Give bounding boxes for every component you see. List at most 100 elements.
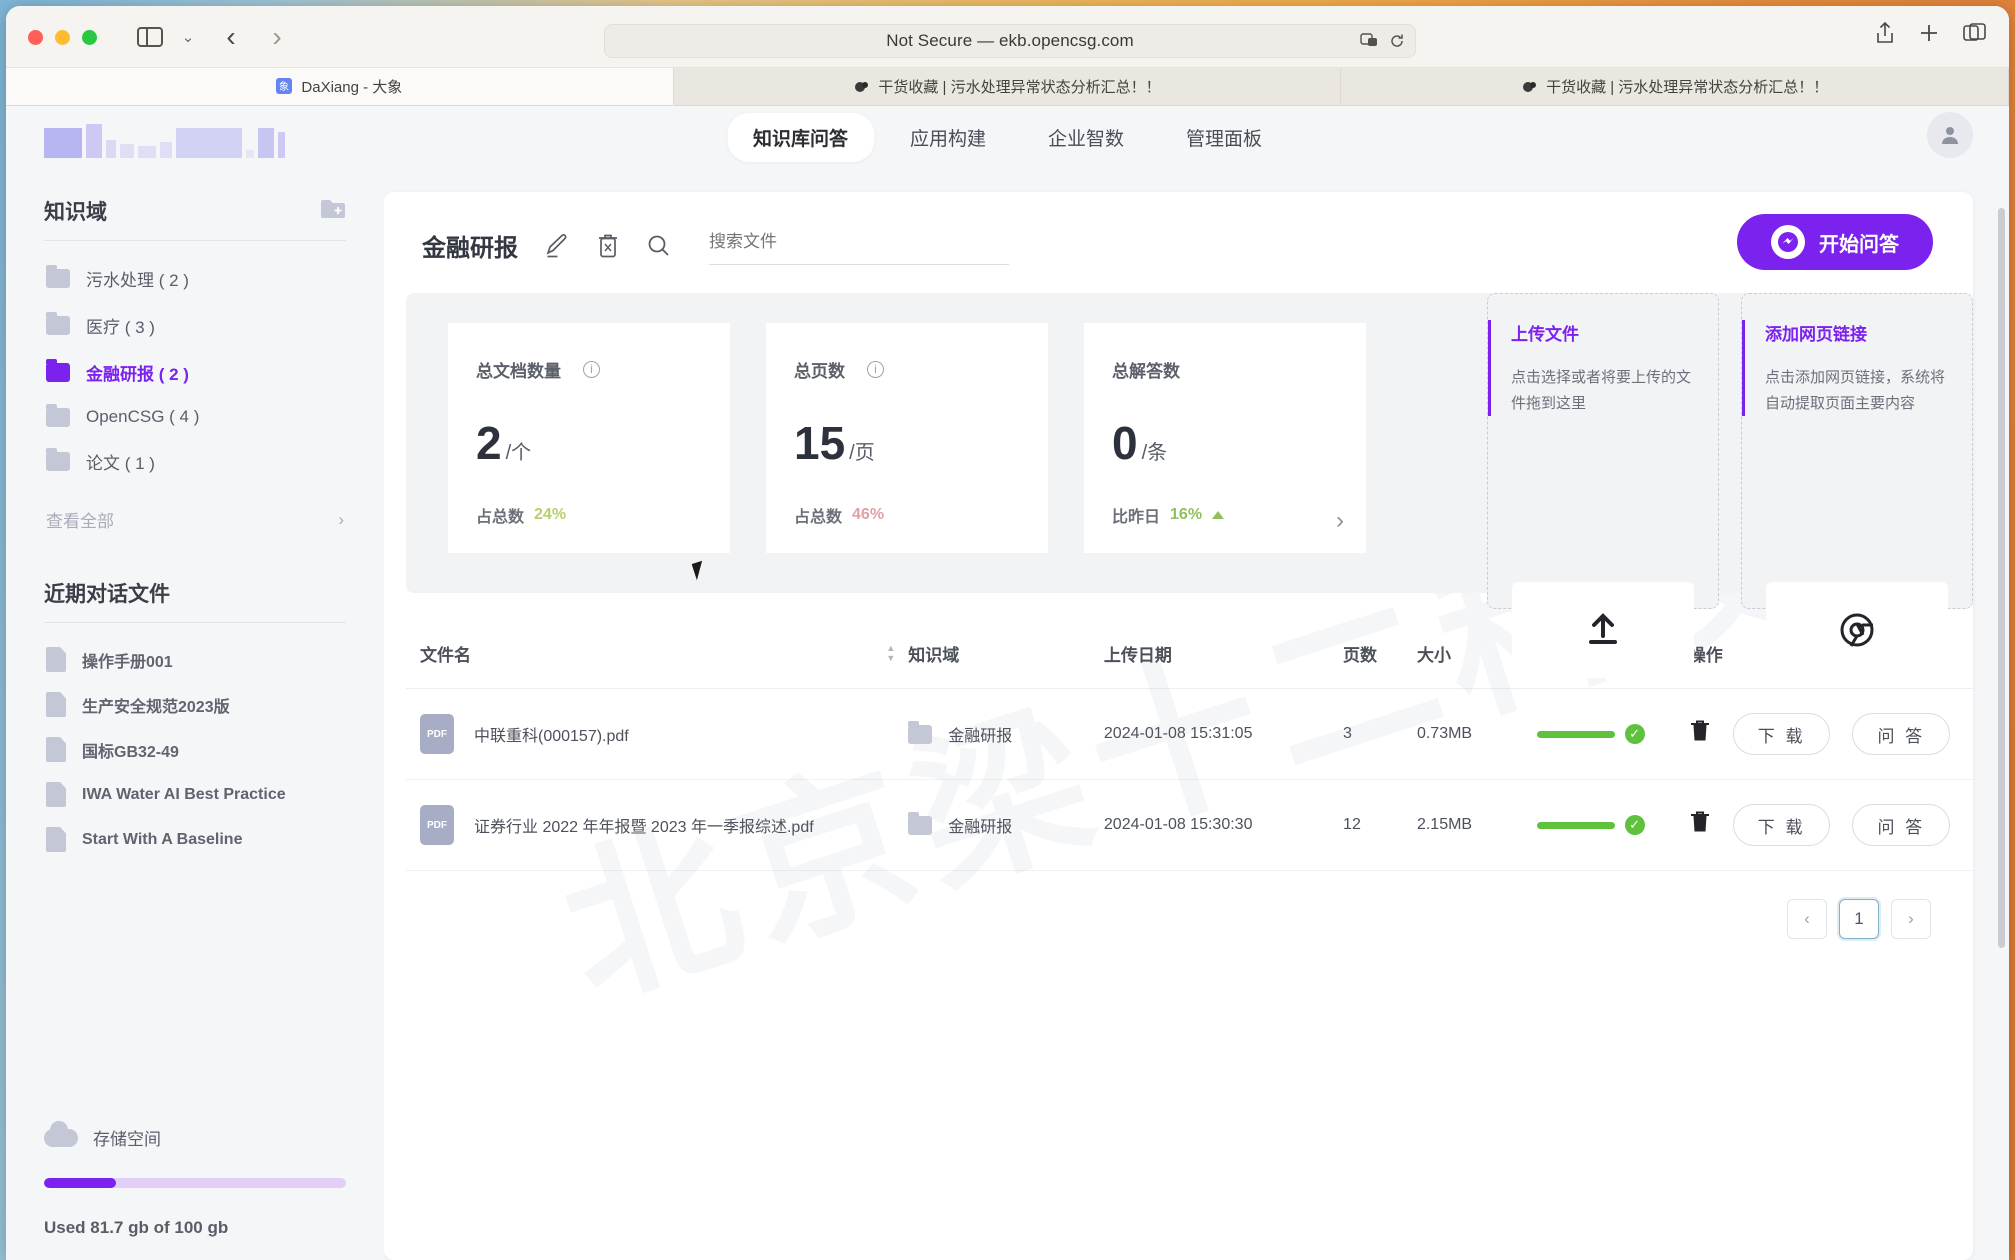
stat-detail-arrow-icon[interactable]: ›: [1336, 507, 1344, 535]
sidebar-toggle-icon[interactable]: [134, 22, 166, 52]
knowledge-domain-list: 污水处理 ( 2 ) 医疗 ( 3 ) 金融研报 ( 2 ) OpenCSG (…: [44, 241, 346, 485]
address-bar[interactable]: Not Secure — ekb.opencsg.com: [604, 24, 1416, 58]
list-item[interactable]: 生产安全规范2023版: [44, 682, 346, 727]
qa-button[interactable]: 问 答: [1852, 804, 1951, 846]
pagination-next-button[interactable]: ›: [1891, 899, 1931, 939]
folder-icon: [46, 448, 70, 471]
sort-toggle-icon[interactable]: ▲ ▼: [873, 619, 909, 689]
sidebar-item-opencsg-label: OpenCSG ( 4 ): [86, 407, 200, 426]
nav-item-enterprise-insights[interactable]: 企业智数: [1022, 113, 1150, 162]
add-folder-icon[interactable]: [320, 198, 346, 225]
forward-arrow-icon[interactable]: ›: [264, 21, 290, 52]
search-icon[interactable]: [646, 233, 671, 258]
column-header-upload-date[interactable]: 上传日期: [1103, 619, 1344, 689]
chevron-down-icon[interactable]: ⌄: [178, 22, 198, 52]
sidebar-item-opencsg[interactable]: OpenCSG ( 4 ): [44, 396, 346, 438]
column-header-pages[interactable]: 页数: [1343, 619, 1417, 689]
cell-ai-progress: ✓: [1536, 688, 1689, 780]
stat-value: 2: [476, 417, 502, 469]
list-item[interactable]: 操作手册001: [44, 637, 346, 682]
left-sidebar: 知识域 污水处理 ( 2 ) 医疗 (3) 金融研报 (2) OpenC…: [6, 168, 384, 1260]
delete-row-icon[interactable]: [1689, 719, 1711, 749]
upload-file-desc: 点击选择或者将要上传的文件拖到这里: [1511, 369, 1692, 412]
sidebar-item-medical[interactable]: 医疗 ( 3 ): [44, 302, 346, 349]
browser-toolbar: ⌄ ‹ › Not Secure — ekb.opencsg.com: [6, 6, 2009, 68]
view-all-button[interactable]: 查看全部 ›: [44, 485, 346, 532]
list-item[interactable]: IWA Water AI Best Practice: [44, 772, 346, 817]
recent-files-title: 近期对话文件: [44, 583, 170, 606]
app-header: 知识库问答 应用构建 企业智数 管理面板: [6, 106, 2009, 168]
start-qa-button[interactable]: 开始问答: [1737, 214, 1933, 270]
cell-size: 2.15MB: [1416, 779, 1537, 871]
column-header-filename[interactable]: 文件名: [406, 619, 874, 689]
cell-filename: PDF 中联重科(000157).pdf: [406, 688, 874, 780]
recent-file-label: 生产安全规范2023版: [82, 698, 230, 716]
maximize-window-button[interactable]: [82, 30, 97, 45]
site-logo[interactable]: [44, 114, 374, 158]
upload-file-panel[interactable]: 上传文件 点击选择或者将要上传的文件拖到这里: [1487, 293, 1719, 678]
pagination-prev-button[interactable]: ‹: [1787, 899, 1827, 939]
scrollbar-thumb[interactable]: [1998, 208, 2005, 948]
list-item[interactable]: 国标GB32-49: [44, 727, 346, 772]
tab-overview-icon[interactable]: [1963, 23, 1987, 43]
nav-item-knowledge-qa[interactable]: 知识库问答: [726, 112, 874, 162]
nav-item-admin-panel[interactable]: 管理面板: [1160, 113, 1288, 162]
sidebar-item-wastewater[interactable]: 污水处理 ( 2 ): [44, 255, 346, 302]
nav-item-enterprise-insights-label: 企业智数: [1048, 128, 1125, 150]
info-icon[interactable]: i: [583, 361, 600, 378]
share-icon[interactable]: [1875, 22, 1895, 44]
storage-label: 存储空间: [93, 1130, 161, 1149]
sidebar-item-papers[interactable]: 论文 ( 1 ): [44, 438, 346, 485]
page-scrollbar[interactable]: [1998, 168, 2007, 1260]
nav-item-admin-panel-label: 管理面板: [1186, 128, 1263, 150]
upload-arrow-icon[interactable]: [1512, 582, 1694, 678]
document-icon: [46, 827, 66, 852]
view-all-label: 查看全部: [46, 512, 114, 531]
download-button[interactable]: 下 载: [1732, 804, 1831, 846]
reload-icon[interactable]: [1389, 33, 1405, 49]
sidebar-item-finance-research[interactable]: 金融研报 ( 2 ): [44, 349, 346, 396]
kb-toolbar: 金融研报 搜索文件 开始问答: [384, 192, 1973, 270]
close-window-button[interactable]: [28, 30, 43, 45]
trash-icon[interactable]: [596, 233, 620, 259]
trend-up-icon: [1212, 511, 1225, 519]
plus-icon[interactable]: [1919, 23, 1939, 43]
reader-mode-icon[interactable]: [1360, 32, 1380, 50]
upload-file-title: 上传文件: [1511, 325, 1579, 344]
file-name-text: 中联重科(000157).pdf: [474, 728, 629, 745]
files-table: 文件名 ▲▼ 知识域 上传日期 页数 大小 AI处理进度 操作: [406, 619, 1973, 871]
browser-tab-2[interactable]: 干货收藏 | 污水处理异常状态分析汇总！！: [673, 68, 1342, 105]
stat-card-total-documents: 总文档数量 i 2/个 占总数 24%: [448, 323, 730, 553]
stat-title: 总文档数量: [476, 362, 561, 381]
minimize-window-button[interactable]: [55, 30, 70, 45]
table-row[interactable]: PDF 中联重科(000157).pdf 金融研报 2024-01-08 15:…: [406, 688, 1973, 780]
browser-tab-1[interactable]: 象 DaXiang - 大象: [6, 68, 674, 105]
stat-foot-label: 比昨日: [1112, 509, 1161, 526]
download-button[interactable]: 下 载: [1732, 713, 1831, 755]
pencil-icon[interactable]: [544, 233, 570, 259]
stat-card-total-pages: 总页数 i 15/页 占总数 46%: [766, 323, 1048, 553]
user-avatar[interactable]: [1927, 112, 1973, 158]
recent-file-label: Start With A Baseline: [82, 830, 243, 848]
kb-name-text: 金融研报: [948, 728, 1013, 745]
nav-item-app-builder[interactable]: 应用构建: [884, 113, 1012, 162]
main-content: 北京梁十二科技 金融研报 搜索文件 开始问答 总文档数量 i 2 /个 占总数 …: [384, 168, 2009, 1260]
back-arrow-icon[interactable]: ‹: [218, 21, 244, 52]
recent-file-label: 国标GB32-49: [82, 743, 179, 761]
progress-bar: [1536, 821, 1615, 829]
info-icon[interactable]: i: [867, 361, 884, 378]
table-row[interactable]: PDF 证券行业 2022 年年报暨 2023 年一季报综述.pdf 金融研报 …: [406, 779, 1973, 871]
browser-tab-3[interactable]: 干货收藏 | 污水处理异常状态分析汇总！！: [1341, 68, 2009, 105]
list-item[interactable]: Start With A Baseline: [44, 817, 346, 862]
column-header-knowledge-domain[interactable]: 知识域: [908, 619, 1104, 689]
add-web-link-panel[interactable]: 添加网页链接 点击添加网页链接，系统将自动提取页面主要内容: [1741, 293, 1973, 678]
browser-tab-3-label: 干货收藏 | 污水处理异常状态分析汇总！！: [1546, 79, 1829, 96]
qa-button[interactable]: 问 答: [1852, 713, 1951, 755]
delete-row-icon[interactable]: [1689, 810, 1711, 840]
browser-globe-icon[interactable]: [1766, 582, 1948, 678]
pagination-page-1[interactable]: 1: [1839, 899, 1879, 939]
folder-icon: [46, 403, 70, 427]
search-input[interactable]: [709, 226, 1009, 265]
cell-size: 0.73MB: [1416, 688, 1537, 780]
cloud-icon: [44, 1120, 78, 1147]
